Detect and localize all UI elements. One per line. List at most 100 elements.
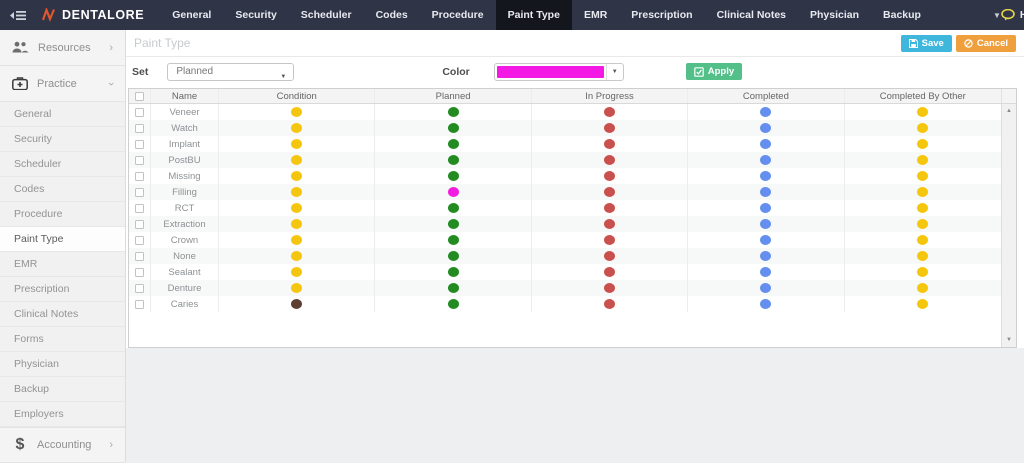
paint-dot[interactable] [448,251,459,261]
row-checkbox[interactable] [135,300,144,309]
paint-dot[interactable] [917,299,928,309]
paint-dot[interactable] [604,267,615,277]
paint-dot[interactable] [604,299,615,309]
vertical-scrollbar[interactable]: ▲ ▼ [1001,104,1016,347]
paint-dot[interactable] [604,283,615,293]
paint-dot[interactable] [291,251,302,261]
paint-dot[interactable] [917,155,928,165]
paint-dot[interactable] [604,171,615,181]
paint-dot[interactable] [917,283,928,293]
nav-item-prescription[interactable]: Prescription [619,0,704,30]
paint-dot[interactable] [604,203,615,213]
row-checkbox[interactable] [135,124,144,133]
paint-dot[interactable] [760,219,771,229]
paint-dot[interactable] [448,219,459,229]
paint-dot[interactable] [917,123,928,133]
paint-dot[interactable] [917,251,928,261]
nav-item-scheduler[interactable]: Scheduler [289,0,364,30]
row-checkbox[interactable] [135,172,144,181]
paint-dot[interactable] [917,267,928,277]
sidebar-item-emr[interactable]: EMR [0,252,125,277]
paint-dot[interactable] [291,155,302,165]
row-checkbox[interactable] [135,220,144,229]
paint-dot[interactable] [917,235,928,245]
column-header-name[interactable]: Name [151,89,219,103]
paint-dot[interactable] [448,155,459,165]
help-menu[interactable]: Help? [1001,9,1024,21]
paint-dot[interactable] [604,235,615,245]
paint-dot[interactable] [760,155,771,165]
paint-dot[interactable] [291,267,302,277]
sidebar-item-backup[interactable]: Backup [0,377,125,402]
column-header-in-progress[interactable]: In Progress [532,89,688,103]
paint-dot[interactable] [448,203,459,213]
paint-dot[interactable] [448,283,459,293]
paint-dot[interactable] [448,107,459,117]
save-button[interactable]: Save [901,35,952,52]
sidebar-item-prescription[interactable]: Prescription [0,277,125,302]
paint-dot[interactable] [291,235,302,245]
sidebar-item-general[interactable]: General [0,102,125,127]
column-header-completed[interactable]: Completed [688,89,844,103]
sidebar-item-codes[interactable]: Codes [0,177,125,202]
paint-dot[interactable] [760,251,771,261]
nav-item-backup[interactable]: Backup [871,0,933,30]
paint-dot[interactable] [604,187,615,197]
paint-dot[interactable] [604,251,615,261]
nav-item-general[interactable]: General [160,0,223,30]
sidebar-item-scheduler[interactable]: Scheduler [0,152,125,177]
scroll-up-icon[interactable]: ▲ [1002,108,1016,114]
paint-dot[interactable] [760,299,771,309]
paint-dot[interactable] [760,187,771,197]
row-checkbox[interactable] [135,284,144,293]
paint-dot[interactable] [448,235,459,245]
color-dropdown[interactable]: ▼ [494,63,624,81]
paint-dot[interactable] [760,203,771,213]
sidebar-item-physician[interactable]: Physician [0,352,125,377]
nav-item-physician[interactable]: Physician [798,0,871,30]
row-checkbox[interactable] [135,252,144,261]
paint-dot[interactable] [291,283,302,293]
paint-dot[interactable] [917,107,928,117]
row-checkbox[interactable] [135,140,144,149]
scroll-down-icon[interactable]: ▼ [1002,337,1016,343]
sidebar-item-paint-type[interactable]: Paint Type [0,227,125,252]
paint-dot[interactable] [604,155,615,165]
paint-dot[interactable] [291,219,302,229]
sidebar-group-practice[interactable]: Practice › [0,66,125,102]
paint-dot[interactable] [604,107,615,117]
sidebar-group-resources[interactable]: Resources › [0,30,125,66]
paint-dot[interactable] [448,267,459,277]
nav-item-security[interactable]: Security [223,0,288,30]
sidebar-item-employers[interactable]: Employers [0,402,125,427]
paint-dot[interactable] [604,139,615,149]
nav-item-codes[interactable]: Codes [364,0,420,30]
paint-dot[interactable] [448,187,459,197]
set-select[interactable]: Planned ▼ [167,63,294,81]
paint-dot[interactable] [291,203,302,213]
paint-dot[interactable] [291,187,302,197]
nav-item-procedure[interactable]: Procedure [420,0,496,30]
column-header-planned[interactable]: Planned [375,89,531,103]
row-checkbox[interactable] [135,268,144,277]
row-checkbox[interactable] [135,156,144,165]
cancel-button[interactable]: Cancel [956,35,1016,52]
paint-dot[interactable] [604,219,615,229]
paint-dot[interactable] [291,139,302,149]
row-checkbox[interactable] [135,204,144,213]
nav-item-clinical-notes[interactable]: Clinical Notes [705,0,798,30]
sidebar-group-accounting[interactable]: $ Accounting › [0,427,125,463]
paint-dot[interactable] [760,235,771,245]
paint-dot[interactable] [448,139,459,149]
paint-dot[interactable] [917,187,928,197]
paint-dot[interactable] [291,107,302,117]
column-header-completed-by-other[interactable]: Completed By Other [845,89,1001,103]
paint-dot[interactable] [291,299,302,309]
select-all-checkbox[interactable] [135,92,144,101]
brand[interactable]: DENTALORE [42,8,144,22]
row-checkbox[interactable] [135,236,144,245]
paint-dot[interactable] [760,139,771,149]
paint-dot[interactable] [917,139,928,149]
paint-dot[interactable] [448,123,459,133]
sidebar-item-security[interactable]: Security [0,127,125,152]
